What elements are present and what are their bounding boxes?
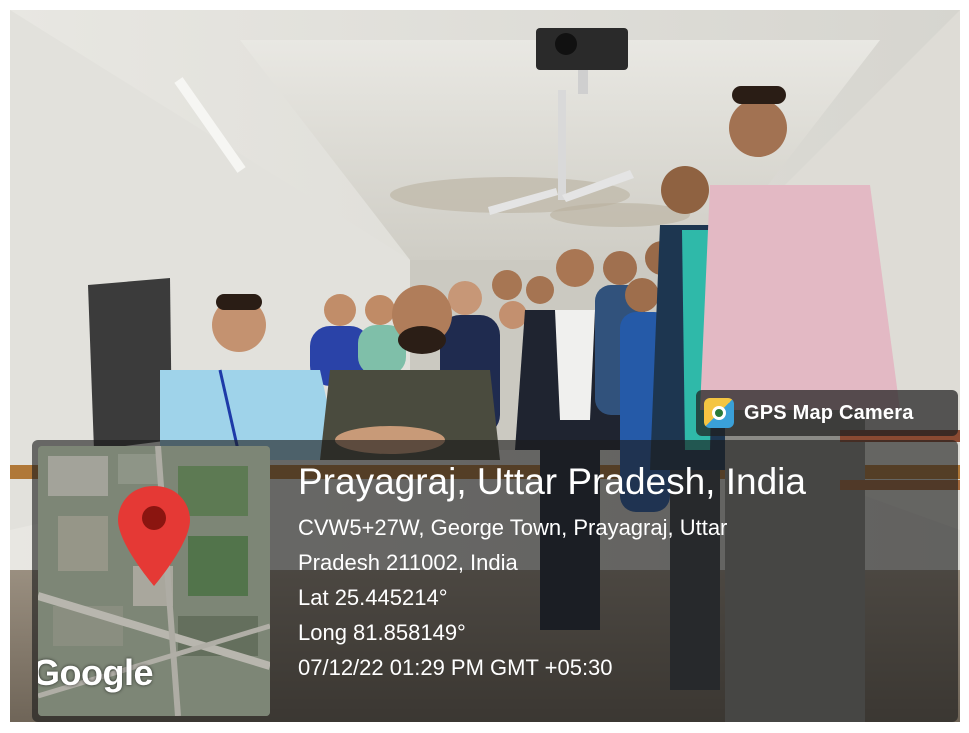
longitude: Long 81.858149° (298, 620, 466, 645)
gps-map-camera-icon (704, 398, 734, 428)
datetime-stamp: 07/12/22 01:29 PM GMT +05:30 (298, 655, 613, 680)
map-thumbnail: Google (38, 446, 270, 716)
address-line-1: CVW5+27W, George Town, Prayagraj, Uttar (298, 515, 728, 540)
location-text-block: Prayagraj, Uttar Pradesh, India CVW5+27W… (298, 460, 806, 685)
google-map-attribution: Google (38, 652, 154, 693)
gps-map-camera-badge: GPS Map Camera (696, 390, 958, 436)
geotagged-photo: GPS Map Camera Google Prayagraj, Uttar P… (10, 10, 960, 722)
latitude: Lat 25.445214° (298, 585, 448, 610)
gps-app-name: GPS Map Camera (744, 401, 914, 424)
location-title: Prayagraj, Uttar Pradesh, India (298, 461, 806, 502)
address-line-2: Pradesh 211002, India (298, 550, 518, 575)
